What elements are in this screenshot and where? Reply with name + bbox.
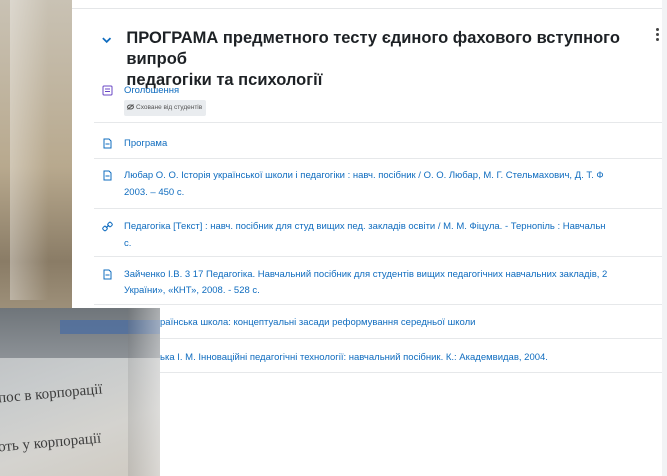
activity-link-cont[interactable]: с. — [124, 237, 662, 251]
section-header[interactable]: ПРОГРАМА предметного тесту єдиного фахов… — [100, 28, 660, 91]
divider — [94, 208, 662, 209]
activity-link[interactable]: Зайченко І.В. 3 17 Педагогіка. Навчальни… — [124, 268, 662, 282]
divider — [94, 256, 662, 257]
activity-link[interactable]: ька І. М. Інноваційні педагогічні технол… — [160, 351, 662, 365]
file-icon — [103, 170, 112, 181]
course-page: ПРОГРАМА предметного тесту єдиного фахов… — [72, 0, 662, 476]
divider — [72, 8, 662, 9]
photo-text: пос в корпорації — [0, 381, 104, 407]
divider — [94, 122, 662, 123]
photo-frame — [128, 308, 160, 476]
activity-link[interactable]: Оголошення — [124, 84, 662, 98]
activity-link-cont[interactable]: України», «КНТ», 2008. - 528 с. — [124, 284, 662, 298]
activity-link-cont[interactable]: 2003. – 450 с. — [124, 186, 662, 200]
activity-link[interactable]: Педагогіка [Текст] : навч. посібник для … — [124, 220, 662, 234]
section-menu-icon[interactable] — [656, 28, 660, 43]
divider — [94, 338, 662, 339]
link-icon — [102, 221, 113, 232]
forum-icon — [102, 85, 113, 96]
photo-text: оть у корпорації — [0, 430, 102, 456]
overlay-photo: пос в корпорації оть у корпорації — [0, 308, 160, 476]
activity-link[interactable]: Програма — [124, 137, 662, 151]
divider — [94, 304, 662, 305]
chevron-down-icon[interactable] — [100, 33, 113, 47]
eye-slash-icon — [127, 104, 134, 110]
hidden-badge: Сховане від студентів — [124, 100, 207, 116]
section-title: ПРОГРАМА предметного тесту єдиного фахов… — [126, 29, 620, 89]
file-icon — [103, 269, 112, 280]
activity-link[interactable]: раїнська школа: концептуальні засади реф… — [160, 316, 662, 330]
file-icon — [103, 138, 112, 149]
activity-link[interactable]: Любар О. О. Історія української школи і … — [124, 169, 662, 183]
divider — [94, 158, 662, 159]
divider — [94, 372, 662, 373]
